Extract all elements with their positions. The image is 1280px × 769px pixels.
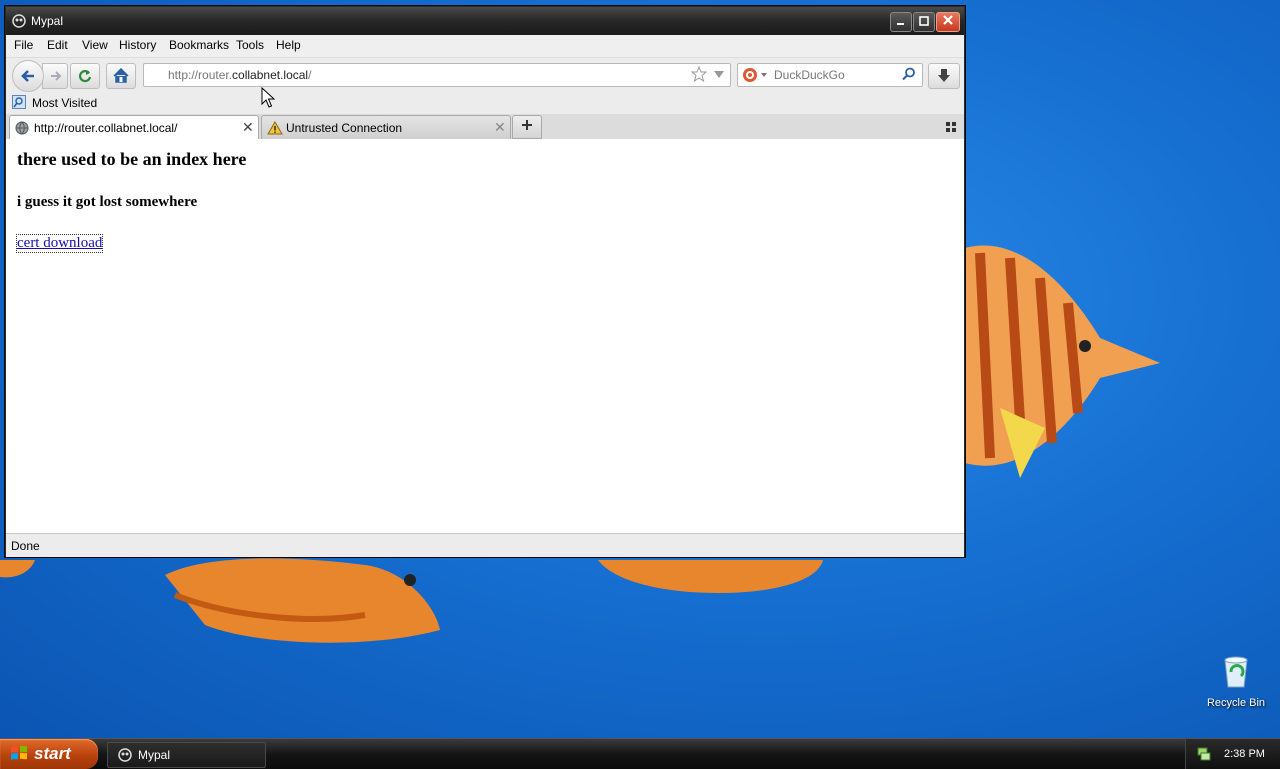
globe-icon [15, 121, 29, 135]
tab-strip: http://router.collabnet.local/ ✕ Untrust… [6, 114, 964, 140]
download-arrow-icon [938, 69, 950, 82]
bookmark-most-visited[interactable]: Most Visited [12, 95, 97, 112]
bookmarks-toolbar: Most Visited [6, 92, 964, 114]
page-content: there used to be an index here i guess i… [6, 139, 964, 533]
tab-untrusted-connection[interactable]: Untrusted Connection ✕ [261, 115, 511, 139]
menu-bar: File Edit View History Bookmarks Tools H… [6, 35, 964, 58]
browser-window: Mypal File Edit View History Bookmarks T… [5, 6, 965, 557]
url-bar[interactable]: http://router.collabnet.local/ [143, 63, 731, 87]
close-icon [943, 15, 953, 25]
url-text: http://router.collabnet.local/ [168, 68, 311, 82]
menu-history[interactable]: History [119, 38, 156, 52]
menu-view[interactable]: View [82, 38, 108, 52]
url-suffix: / [308, 68, 312, 82]
taskbar-item-mypal[interactable]: Mypal [107, 742, 266, 768]
taskbar: start Mypal 2:38 PM [0, 738, 1280, 769]
reload-icon [78, 70, 92, 83]
maximize-icon [919, 16, 929, 26]
search-bar[interactable]: DuckDuckGo [737, 63, 923, 87]
close-button[interactable] [936, 12, 960, 32]
reload-button[interactable] [70, 63, 100, 89]
search-icon[interactable] [902, 67, 916, 81]
mypal-logo-icon [118, 748, 132, 762]
mouse-cursor-icon [261, 87, 275, 108]
home-button[interactable] [106, 63, 136, 89]
tab-close-icon[interactable]: ✕ [242, 119, 254, 136]
search-placeholder: DuckDuckGo [774, 68, 845, 82]
menu-bookmarks[interactable]: Bookmarks [169, 38, 229, 52]
mypal-logo-icon [12, 14, 26, 28]
clock[interactable]: 2:38 PM [1224, 739, 1265, 769]
url-domain: collabnet.local [232, 68, 309, 82]
status-bar: Done [6, 533, 964, 557]
minimize-button[interactable] [890, 12, 912, 32]
wallpaper-fish-small [0, 560, 35, 578]
menu-help[interactable]: Help [276, 38, 301, 52]
back-button[interactable] [12, 60, 44, 92]
forward-arrow-icon [51, 71, 62, 81]
taskbar-item-label: Mypal [138, 748, 171, 762]
home-icon [113, 68, 129, 83]
tab-list-icon[interactable] [946, 122, 956, 132]
cert-download-link[interactable]: cert download [15, 234, 104, 253]
system-tray: 2:38 PM [1185, 739, 1280, 769]
start-label: start [34, 744, 71, 763]
window-title: Mypal [31, 14, 64, 28]
menu-file[interactable]: File [14, 38, 33, 52]
most-visited-icon [12, 95, 26, 109]
tab-label: http://router.collabnet.local/ [34, 121, 178, 135]
wallpaper-fish-left [165, 558, 440, 643]
title-bar[interactable]: Mypal [6, 7, 964, 35]
maximize-button[interactable] [913, 12, 935, 32]
plus-icon [522, 120, 532, 130]
status-text: Done [11, 539, 40, 553]
start-button[interactable]: start [0, 739, 98, 769]
page-subheading: i guess it got lost somewhere [17, 194, 198, 210]
tab-close-icon[interactable]: ✕ [494, 119, 506, 136]
page-heading: there used to be an index here [17, 149, 247, 169]
bookmark-label: Most Visited [32, 96, 98, 110]
tab-router[interactable]: http://router.collabnet.local/ ✕ [9, 115, 259, 140]
windows-logo-icon [11, 745, 27, 760]
recycle-bin-label: Recycle Bin [1206, 697, 1266, 709]
back-arrow-icon [21, 70, 34, 82]
recycle-bin-icon [1224, 656, 1248, 688]
downloads-button[interactable] [928, 63, 960, 89]
bookmark-star-icon[interactable] [691, 66, 707, 82]
wallpaper-fish-butterfly [965, 245, 1160, 478]
menu-tools[interactable]: Tools [236, 38, 264, 52]
duckduckgo-icon[interactable] [742, 67, 768, 83]
network-icon[interactable] [1196, 747, 1212, 761]
new-tab-button[interactable] [512, 115, 542, 139]
menu-edit[interactable]: Edit [47, 38, 68, 52]
url-prefix: http://router. [168, 68, 233, 82]
forward-button[interactable] [42, 63, 68, 89]
recycle-bin[interactable]: Recycle Bin [1204, 656, 1268, 709]
url-dropdown-icon[interactable] [714, 71, 724, 78]
wallpaper-fish-middle [598, 560, 823, 593]
tab-label: Untrusted Connection [286, 121, 403, 135]
navigation-toolbar: http://router.collabnet.local/ DuckDuckG… [6, 58, 964, 92]
minimize-icon [897, 23, 904, 25]
warning-icon [267, 121, 283, 135]
